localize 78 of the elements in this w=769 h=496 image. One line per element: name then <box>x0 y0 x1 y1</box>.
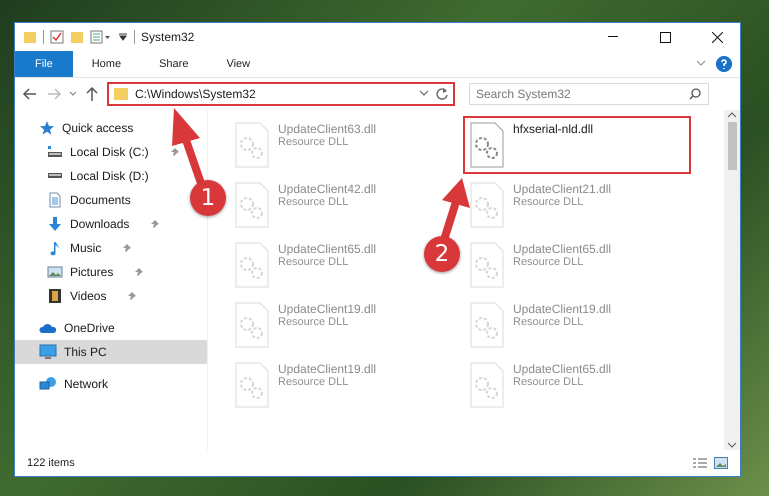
file-type: Resource DLL <box>278 376 350 388</box>
thumbnail-view-icon[interactable] <box>714 457 728 469</box>
gear-file-icon <box>234 122 270 168</box>
network-icon <box>39 376 57 392</box>
file-type: Resource DLL <box>278 316 350 328</box>
details-view-icon[interactable] <box>692 457 708 469</box>
monitor-icon <box>39 344 57 360</box>
close-icon <box>712 32 722 42</box>
address-bar[interactable]: C:\Windows\System32 <box>107 82 455 106</box>
file-name: UpdateClient65.dll <box>513 242 612 256</box>
maximize-icon <box>660 32 670 42</box>
ribbon-tab[interactable]: Share <box>140 51 208 77</box>
properties-icon[interactable] <box>50 30 64 44</box>
list-icon[interactable] <box>90 30 112 44</box>
cloud-icon <box>39 322 57 334</box>
sidebar-item[interactable]: Documents <box>15 188 137 212</box>
file-name: UpdateClient21.dll <box>513 182 612 196</box>
chevron-up-icon[interactable] <box>727 110 737 120</box>
minimize-icon <box>608 36 618 38</box>
gear-file-icon <box>234 302 270 348</box>
chevron-down-icon[interactable] <box>696 60 706 68</box>
sidebar-item[interactable]: Music <box>15 236 138 260</box>
gear-file-icon <box>234 362 270 408</box>
gear-file-icon <box>234 242 270 288</box>
file-type: Resource DLL <box>513 376 584 388</box>
sidebar-item[interactable]: Local Disk (D:) <box>15 164 155 188</box>
file-item[interactable]: hfxserial-nld.dll <box>463 116 691 174</box>
file-type: Resource DLL <box>278 136 350 148</box>
file-name: UpdateClient19.dll <box>278 362 376 376</box>
ribbon-tab[interactable]: File <box>15 51 73 77</box>
ribbon-tab[interactable]: View <box>207 51 270 77</box>
sidebar-item[interactable]: Quick access <box>15 116 140 140</box>
chevron-down-icon[interactable] <box>69 91 77 97</box>
picture-icon <box>47 264 63 280</box>
file-type: Resource DLL <box>278 196 350 208</box>
scrollbar[interactable] <box>724 110 740 450</box>
file-name: hfxserial-nld.dll <box>513 122 594 136</box>
dropdown-icon[interactable] <box>118 32 128 42</box>
gear-file-icon <box>469 362 505 408</box>
file-type: Resource DLL <box>513 196 584 208</box>
file-name: UpdateClient63.dll <box>278 122 376 136</box>
file-type: Resource DLL <box>513 316 584 328</box>
chevron-down-icon[interactable] <box>727 440 737 450</box>
sidebar-item[interactable]: OneDrive <box>15 316 121 340</box>
gear-file-icon <box>469 122 505 168</box>
gear-file-icon <box>469 182 505 228</box>
scroll-thumb[interactable] <box>728 122 736 170</box>
document-icon <box>47 192 63 208</box>
search-icon <box>689 88 701 100</box>
file-type: Resource DLL <box>278 256 350 268</box>
folder-icon <box>113 87 129 101</box>
drive-icon <box>47 146 63 158</box>
drive-icon <box>47 173 63 179</box>
search-field[interactable]: Search System32 <box>469 83 709 105</box>
download-arrow-icon <box>47 216 63 232</box>
gear-file-icon <box>234 182 270 228</box>
file-type: Resource DLL <box>513 256 584 268</box>
gear-file-icon <box>469 302 505 348</box>
ribbon-tab[interactable]: Home <box>72 51 140 77</box>
film-icon <box>47 288 63 304</box>
window-title: System32 <box>141 30 194 44</box>
sidebar-item[interactable]: Local Disk (C:) <box>15 140 186 164</box>
item-count: 122 items <box>27 457 75 469</box>
file-name: UpdateClient19.dll <box>513 302 612 316</box>
refresh-icon[interactable] <box>435 87 449 101</box>
file-name: UpdateClient19.dll <box>278 302 376 316</box>
file-name: UpdateClient65.dll <box>278 242 376 256</box>
sidebar-item[interactable]: Network <box>15 372 114 396</box>
chevron-down-icon[interactable] <box>419 90 429 98</box>
sidebar-item[interactable]: This PC <box>15 340 207 364</box>
sidebar-item[interactable]: Pictures <box>15 260 150 284</box>
star-icon <box>39 120 55 136</box>
file-name: UpdateClient42.dll <box>278 182 376 196</box>
sidebar-item[interactable]: Videos <box>15 284 144 308</box>
help-icon[interactable] <box>716 56 732 72</box>
sidebar-item[interactable]: Downloads <box>15 212 166 236</box>
gear-file-icon <box>469 242 505 288</box>
file-name: UpdateClient65.dll <box>513 362 612 376</box>
